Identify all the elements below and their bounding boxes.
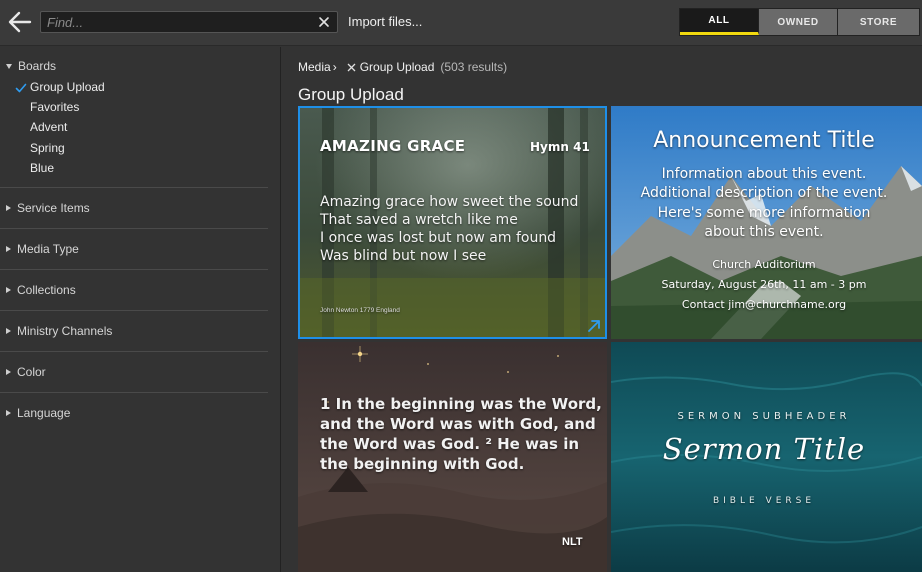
results-count: (503 results) [440,60,508,74]
sidebar-section-service-items[interactable]: Service Items [6,201,90,215]
breadcrumb-current: Group Upload [359,60,435,74]
breadcrumb: Media › Group Upload (503 results) [298,60,507,74]
lyric-line: Amazing grace how sweet the sound [320,194,579,210]
board-item-blue[interactable]: Blue [30,161,54,175]
back-arrow-icon [8,11,32,33]
verse-line: and the Word was with God, and [320,415,596,433]
divider [0,187,268,188]
collapsed-triangle-icon [6,246,11,252]
media-card-amazing-grace[interactable]: AMAZING GRACE Hymn 41 Amazing grace how … [298,106,607,339]
section-label: Collections [17,283,76,297]
sidebar-section-color[interactable]: Color [6,365,46,379]
sidebar-section-ministry-channels[interactable]: Ministry Channels [6,324,112,338]
section-label: Ministry Channels [17,324,113,338]
filter-store-button[interactable]: STORE [838,9,919,35]
filter-all-button[interactable]: ALL [680,9,759,35]
announcement-line: about this event. [704,224,824,240]
remove-filter-icon[interactable] [347,63,356,72]
page-title: Group Upload [298,85,404,104]
boards-label: Boards [18,59,57,73]
divider [0,228,268,229]
board-item-spring[interactable]: Spring [30,141,65,155]
lyric-line: I once was lost but now am found [320,230,557,246]
search-input[interactable] [47,14,309,30]
breadcrumb-separator: › [332,60,337,74]
announcement-line: Information about this event. [661,166,867,182]
sermon-title: Sermon Title [662,432,866,466]
top-bar: Import files... ALL OWNED STORE [0,0,922,46]
event-location: Church Auditorium [712,258,816,271]
divider [0,269,268,270]
open-arrow-icon[interactable] [587,319,601,333]
collapsed-triangle-icon [6,205,11,211]
hymn-number: Hymn 41 [530,140,590,154]
event-contact: Contact jim@churchname.org [681,298,847,311]
collapsed-triangle-icon [6,328,11,334]
bible-version: NLT [562,536,583,548]
checkmark-icon [15,83,27,93]
media-card-scripture[interactable]: 1 In the beginning was the Word, and the… [298,342,607,572]
lyric-line: That saved a wretch like me [320,212,518,228]
sidebar-section-language[interactable]: Language [6,406,70,420]
lyric-line: Was blind but now I see [320,248,487,264]
back-button[interactable] [6,8,34,36]
section-label: Language [17,406,71,420]
collapsed-triangle-icon [6,410,11,416]
announcement-title: Announcement Title [653,128,875,153]
breadcrumb-root[interactable]: Media [298,60,331,74]
announcement-line: Additional description of the event. [640,185,888,201]
collapsed-triangle-icon [6,287,11,293]
section-label: Color [17,365,46,379]
event-date: Saturday, August 26th, 11 am - 3 pm [661,278,867,291]
divider [0,351,268,352]
clear-search-icon[interactable] [317,15,331,29]
sermon-bible-verse: BIBLE VERSE [712,496,816,506]
board-item-favorites[interactable]: Favorites [30,100,79,114]
sidebar: Boards Group Upload Favorites Advent Spr… [0,47,281,572]
divider [0,392,268,393]
sidebar-section-media-type[interactable]: Media Type [6,242,79,256]
board-item-group-upload[interactable]: Group Upload [30,80,105,94]
slide-heading: AMAZING GRACE [320,137,466,155]
section-label: Media Type [17,242,79,256]
collapsed-triangle-icon [6,369,11,375]
verse-line: the Word was God. ² He was in [320,435,580,453]
media-card-sermon[interactable]: SERMON SUBHEADER Sermon Title BIBLE VERS… [611,342,922,572]
boards-section-header[interactable]: Boards [6,59,56,73]
credit-text: John Newton 1779 England [320,307,400,314]
sidebar-section-collections[interactable]: Collections [6,283,76,297]
divider [0,310,268,311]
import-files-button[interactable]: Import files... [348,14,422,29]
filter-owned-button[interactable]: OWNED [759,9,838,35]
expanded-triangle-icon [6,63,12,69]
source-filter: ALL OWNED STORE [679,8,920,36]
media-card-announcement[interactable]: Announcement Title Information about thi… [611,106,922,339]
section-label: Service Items [17,201,90,215]
announcement-line: Here's some more information [657,205,871,221]
verse-line: 1 In the beginning was the Word, [320,395,602,413]
verse-line: the beginning with God. [320,455,525,473]
search-box [40,11,338,33]
sermon-subheader: SERMON SUBHEADER [677,411,851,422]
board-item-advent[interactable]: Advent [30,120,67,134]
